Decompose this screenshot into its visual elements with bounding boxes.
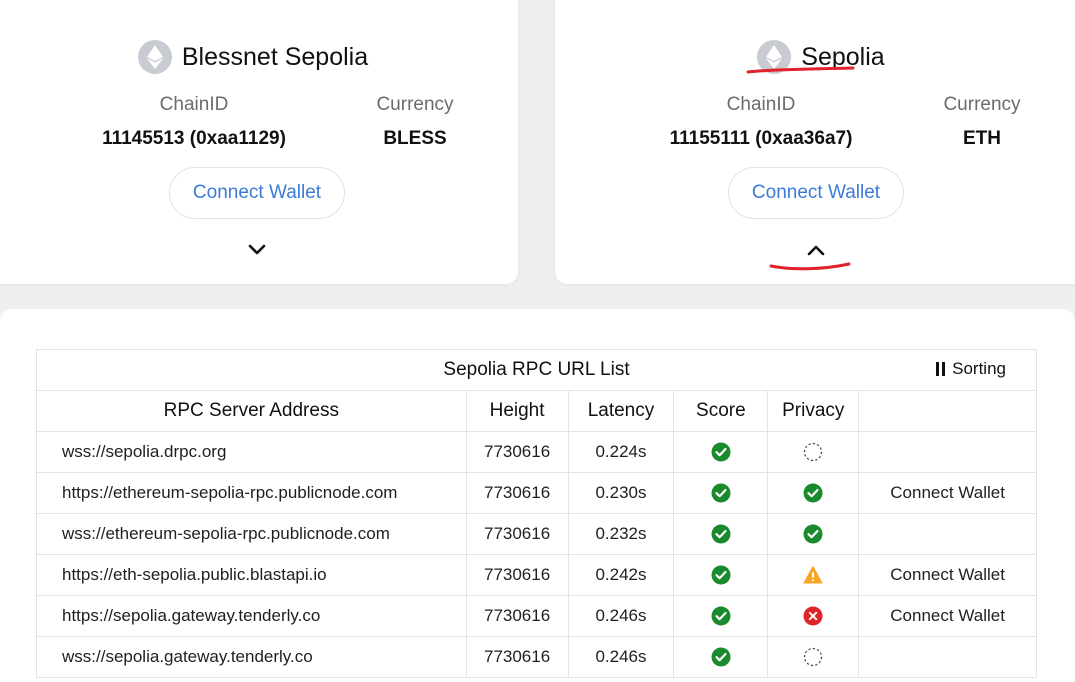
latency-value: 0.246s	[567, 636, 675, 678]
table-row: wss://sepolia.gateway.tenderly.co 7730616…	[36, 636, 1037, 678]
warning-icon	[803, 565, 823, 584]
network-title: Sepolia	[555, 40, 1075, 74]
latency-value: 0.232s	[567, 513, 675, 555]
table-row: wss://sepolia.drpc.org 7730616 0.224s	[36, 431, 1037, 473]
connect-wallet-link	[858, 513, 1037, 555]
rpc-address[interactable]: https://sepolia.gateway.tenderly.co	[36, 595, 467, 637]
check-circle-icon	[711, 647, 731, 667]
score-cell	[673, 636, 769, 678]
score-cell	[673, 554, 769, 596]
score-cell	[673, 431, 769, 473]
pause-icon	[935, 362, 946, 376]
connect-wallet-button[interactable]: Connect Wallet	[728, 167, 904, 219]
check-circle-icon	[803, 524, 823, 544]
score-cell	[673, 595, 769, 637]
score-cell	[673, 472, 769, 514]
connect-wallet-button[interactable]: Connect Wallet	[169, 167, 345, 219]
connect-wallet-link[interactable]: Connect Wallet	[858, 554, 1037, 596]
block-height: 7730616	[465, 554, 569, 596]
chainid-block: ChainID 11155111 (0xaa36a7)	[661, 94, 861, 150]
check-circle-icon	[803, 483, 823, 503]
block-height: 7730616	[465, 472, 569, 514]
network-card-blessnet-sepolia: Blessnet Sepolia ChainID 11145513 (0xaa1…	[0, 0, 518, 284]
block-height: 7730616	[465, 636, 569, 678]
rpc-address[interactable]: wss://ethereum-sepolia-rpc.publicnode.co…	[36, 513, 467, 555]
check-circle-icon	[711, 483, 731, 503]
currency-block: Currency BLESS	[365, 94, 465, 150]
score-cell	[673, 513, 769, 555]
rpc-address[interactable]: wss://sepolia.drpc.org	[36, 431, 467, 473]
network-name: Blessnet Sepolia	[181, 42, 369, 71]
latency-value: 0.230s	[567, 472, 675, 514]
rpc-address[interactable]: wss://sepolia.gateway.tenderly.co	[36, 636, 467, 678]
chainid-label: ChainID	[726, 94, 796, 115]
currency-label: Currency	[943, 94, 1021, 115]
column-header-address: RPC Server Address	[36, 390, 467, 432]
table-row: https://sepolia.gateway.tenderly.co 77306…	[36, 595, 1037, 637]
table-title-cell: Sepolia RPC URL List Sorting	[36, 349, 1037, 391]
connect-wallet-link[interactable]: Connect Wallet	[858, 595, 1037, 637]
latency-value: 0.246s	[567, 595, 675, 637]
rpc-address[interactable]: https://ethereum-sepolia-rpc.publicnode.…	[36, 472, 467, 514]
privacy-cell	[767, 513, 860, 555]
check-circle-icon	[711, 442, 731, 462]
network-card-sepolia: Sepolia ChainID 11155111 (0xaa36a7) Curr…	[555, 0, 1075, 284]
connect-wallet-link	[858, 431, 1037, 473]
block-height: 7730616	[465, 431, 569, 473]
ethereum-icon	[137, 40, 172, 74]
block-height: 7730616	[465, 513, 569, 555]
table-title: Sepolia RPC URL List	[443, 359, 630, 380]
column-header-privacy: Privacy	[767, 390, 860, 432]
latency-value: 0.224s	[567, 431, 675, 473]
column-header-action	[858, 390, 1037, 432]
connect-wallet-link	[858, 636, 1037, 678]
currency-block: Currency ETH	[932, 94, 1032, 150]
chainid-value: 11145513 (0xaa1129)	[102, 128, 286, 149]
check-circle-icon	[711, 606, 731, 626]
chainid-label: ChainID	[159, 94, 229, 115]
privacy-cell	[767, 554, 860, 596]
network-name: Sepolia	[801, 42, 885, 71]
chainid-value: 11155111 (0xaa36a7)	[669, 128, 853, 149]
currency-label: Currency	[376, 94, 454, 115]
column-header-height: Height	[465, 390, 569, 432]
column-header-latency: Latency	[567, 390, 675, 432]
table-row: wss://ethereum-sepolia-rpc.publicnode.co…	[36, 513, 1037, 555]
chainid-block: ChainID 11145513 (0xaa1129)	[94, 94, 294, 150]
dashed-circle-icon	[803, 442, 823, 462]
sorting-toggle-button[interactable]: Sorting	[935, 359, 1006, 379]
column-header-score: Score	[673, 390, 769, 432]
network-title: Blessnet Sepolia	[0, 40, 518, 74]
chevron-down-icon[interactable]	[245, 243, 269, 257]
rpc-table-body: wss://sepolia.drpc.org 7730616 0.224s https…	[36, 431, 1037, 678]
dashed-circle-icon	[803, 647, 823, 667]
rpc-address[interactable]: https://eth-sepolia.public.blastapi.io	[36, 554, 467, 596]
latency-value: 0.242s	[567, 554, 675, 596]
error-icon	[803, 606, 823, 626]
check-circle-icon	[711, 565, 731, 585]
currency-value: ETH	[963, 128, 1001, 149]
privacy-cell	[767, 636, 860, 678]
rpc-url-table: Sepolia RPC URL List Sorting RPC Server …	[36, 349, 1037, 678]
check-circle-icon	[711, 524, 731, 544]
currency-value: BLESS	[383, 128, 447, 149]
table-row: https://ethereum-sepolia-rpc.publicnode.…	[36, 472, 1037, 514]
connect-wallet-link[interactable]: Connect Wallet	[858, 472, 1037, 514]
privacy-cell	[767, 431, 860, 473]
privacy-cell	[767, 472, 860, 514]
sorting-label: Sorting	[952, 359, 1006, 378]
ethereum-icon	[757, 40, 792, 74]
table-row: https://eth-sepolia.public.blastapi.io 77…	[36, 554, 1037, 596]
chevron-up-icon[interactable]	[804, 243, 828, 257]
block-height: 7730616	[465, 595, 569, 637]
privacy-cell	[767, 595, 860, 637]
